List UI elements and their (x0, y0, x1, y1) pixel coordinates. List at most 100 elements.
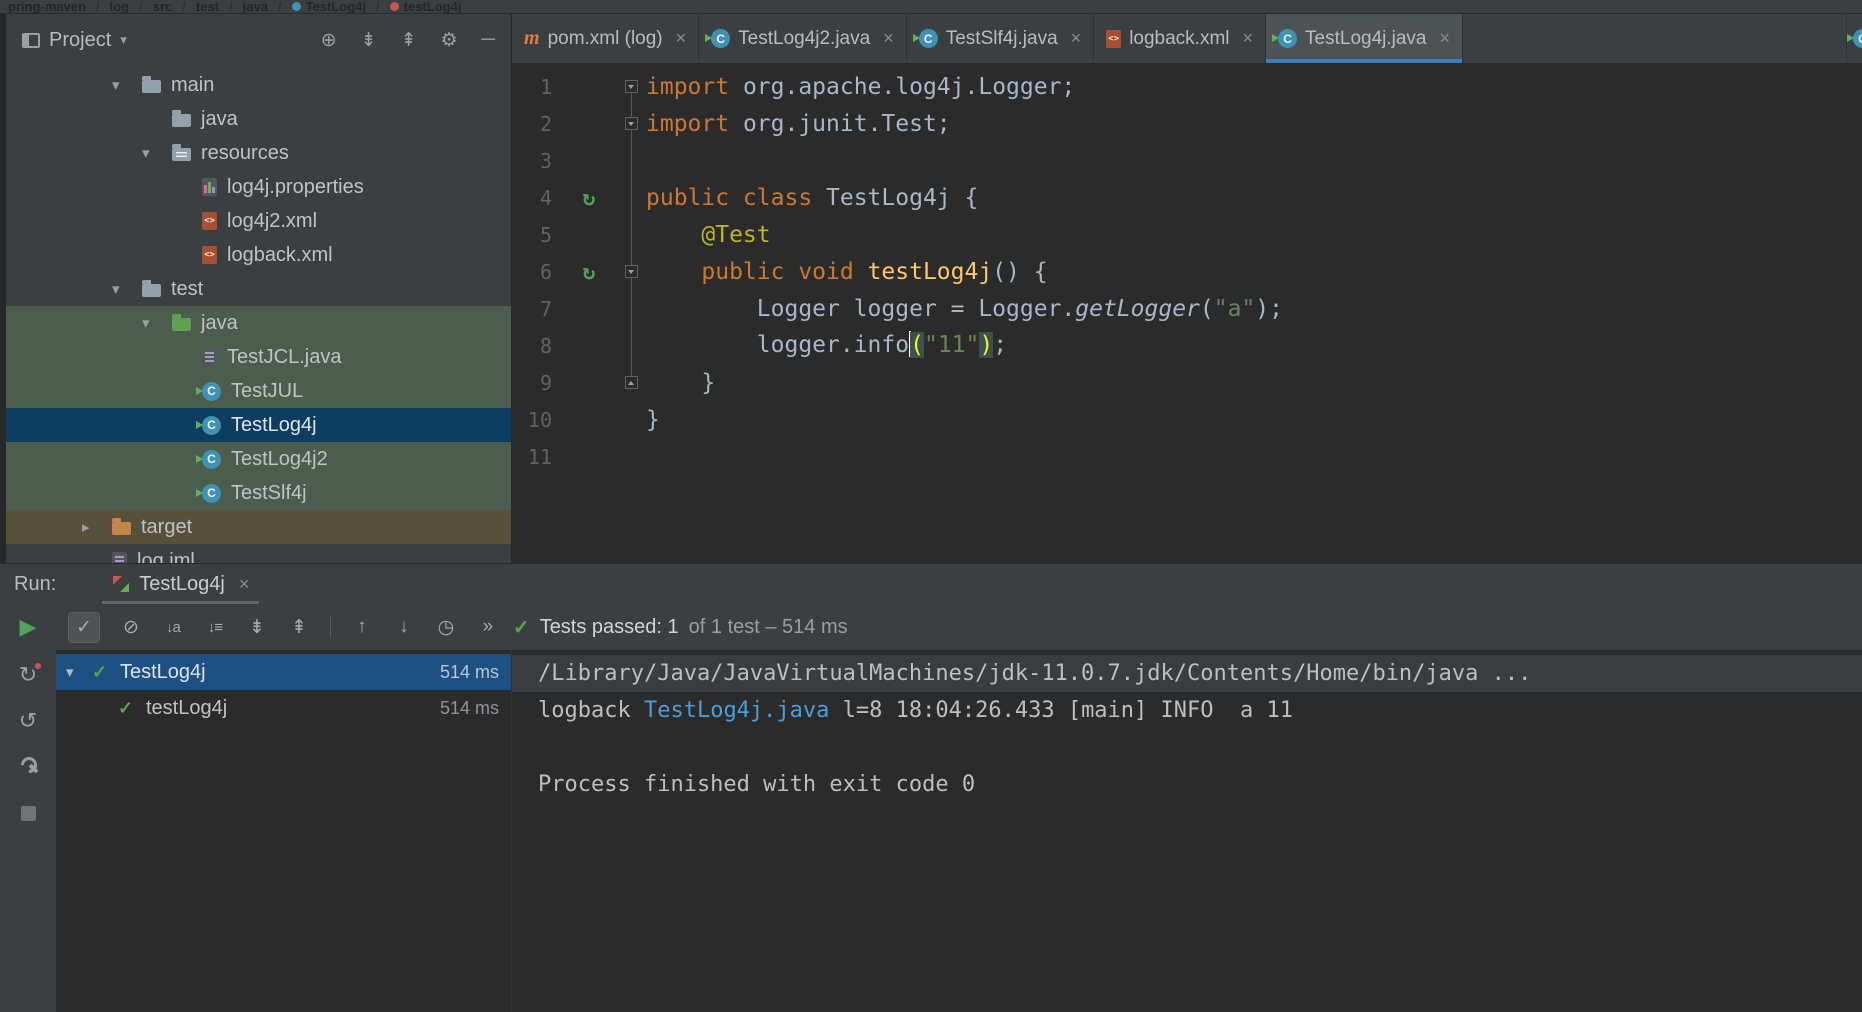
rerun-failed-tests-button[interactable]: ↻ (19, 663, 42, 686)
show-passed-button[interactable]: ✓ (68, 611, 100, 643)
rerun-button[interactable]: ▶ (20, 614, 37, 640)
tab-testlog4j2-java[interactable]: TestLog4j2.java × (699, 14, 907, 63)
collapse-all-button[interactable]: ⇞ (288, 616, 310, 639)
tab-pom-xml-log[interactable]: m pom.xml (log) × (512, 14, 700, 63)
breadcrumb-label: pring-maven (8, 0, 87, 14)
test-history-button[interactable]: ◷ (435, 616, 457, 639)
refresh-button[interactable]: ↺ (19, 710, 37, 732)
breadcrumb-item-java[interactable]: java (243, 0, 268, 13)
breadcrumb-label: TestLog4j (305, 0, 367, 14)
resources-folder-icon (172, 144, 191, 161)
code-line: 6 ↻ public void testLog4j() { (512, 253, 1862, 290)
code-token: testLog4j (867, 258, 993, 285)
tab-partial[interactable] (1846, 14, 1862, 63)
tree-item-testlog4j[interactable]: TestLog4j (6, 408, 511, 442)
show-ignored-button[interactable]: ⊘ (120, 616, 142, 639)
breadcrumb-item-pring-maven[interactable]: pring-maven (8, 0, 87, 14)
maven-icon: m (524, 27, 540, 49)
tree-item-java[interactable]: java (6, 102, 511, 136)
tree-item-testslf4j[interactable]: TestSlf4j (6, 476, 511, 510)
run-test-icon[interactable]: ↻ (583, 260, 596, 284)
folder-icon (142, 76, 161, 93)
tab-logback-xml[interactable]: logback.xml × (1094, 14, 1267, 63)
breadcrumb-label: testLog4j (403, 0, 462, 14)
tree-item-label: log4j2.xml (227, 209, 318, 232)
breadcrumb-item-test[interactable]: test (196, 0, 219, 13)
expand-all-icon[interactable]: ⇟ (361, 29, 377, 52)
close-icon[interactable]: × (883, 28, 894, 49)
file-link[interactable]: TestLog4j.java (644, 698, 829, 723)
tree-item-test[interactable]: ▾ test (6, 272, 511, 306)
line-number: 10 (527, 407, 552, 432)
more-options-button[interactable]: » (477, 616, 499, 638)
breadcrumb-item-testlog4j[interactable]: testLog4j (389, 0, 462, 14)
tree-item-log4j-properties[interactable]: log4j.properties (6, 170, 511, 204)
chevron-down-icon[interactable]: ▾ (142, 144, 172, 162)
code-token: ( (1199, 295, 1214, 322)
collapse-all-icon[interactable]: ⇞ (401, 29, 417, 52)
line-number: 3 (539, 148, 552, 173)
breadcrumb-item-testlog4j[interactable]: TestLog4j (291, 0, 367, 14)
fold-open-icon[interactable] (624, 117, 638, 130)
breadcrumb-item-src[interactable]: src (153, 0, 173, 13)
tree-item-java[interactable]: ▾ java (6, 306, 511, 340)
code-text: @Test (646, 222, 770, 248)
sort-alphabetically-button[interactable]: ↓a (162, 619, 184, 636)
code-text: import org.apache.log4j.Logger; (646, 74, 1075, 100)
run-tab-testlog4j[interactable]: TestLog4j × (102, 564, 260, 604)
tab-testslf4j-java[interactable]: TestSlf4j.java × (907, 14, 1095, 63)
next-failed-test-button[interactable]: ↓ (393, 616, 415, 638)
chevron-right-icon[interactable]: ▸ (82, 518, 112, 536)
tree-item-logback-xml[interactable]: logback.xml (6, 238, 511, 272)
gutter: ↻ (562, 260, 616, 284)
close-icon[interactable]: × (1440, 28, 1451, 49)
console-text: l=8 18:04:26.433 [main] INFO a 11 (829, 698, 1293, 723)
editor-tab-bar: mpom.xml (log)×TestLog4j2.java×TestSlf4j… (512, 14, 1862, 64)
breadcrumb-separator: / (182, 0, 186, 14)
sort-by-duration-button[interactable]: ↓≡ (204, 619, 226, 636)
tree-item-testjcl-java[interactable]: TestJCL.java (6, 340, 511, 374)
project-title[interactable]: Project (49, 29, 111, 52)
chevron-down-icon[interactable]: ▾ (112, 280, 142, 298)
code-token: "a" (1213, 295, 1256, 322)
tree-item-log4j2-xml[interactable]: log4j2.xml (6, 204, 511, 238)
fold-end-icon[interactable] (624, 376, 638, 389)
test-result-testlog4j[interactable]: ▾ ✓ TestLog4j 514 ms (56, 654, 511, 690)
tree-item-resources[interactable]: ▾ resources (6, 136, 511, 170)
settings-wrench-button[interactable] (18, 756, 38, 776)
code-lines: 1 import org.apache.log4j.Logger; 2 import … (512, 68, 1862, 475)
hide-panel-icon[interactable]: ─ (482, 29, 495, 51)
settings-gear-icon[interactable]: ⚙ (440, 29, 457, 52)
chevron-down-icon[interactable]: ▾ (120, 32, 127, 48)
code-text: Logger logger = Logger.getLogger("a"); (646, 296, 1283, 322)
code-token: Logger logger = Logger. (646, 295, 1076, 322)
close-icon[interactable]: × (1071, 28, 1082, 49)
tree-item-log-iml[interactable]: log.iml (6, 544, 511, 563)
tree-item-testlog4j2[interactable]: TestLog4j2 (6, 442, 511, 476)
code-token: logger.info (646, 332, 910, 358)
breadcrumb-item-log[interactable]: log (110, 0, 130, 13)
locate-file-icon[interactable]: ⊕ (321, 29, 337, 52)
tree-item-target[interactable]: ▸ target (6, 510, 511, 544)
code-token: ) (979, 332, 994, 358)
fold-open-icon[interactable] (624, 80, 638, 93)
test-result-testlog4j[interactable]: ✓ testLog4j 514 ms (56, 690, 511, 726)
code-token: getLogger (1075, 295, 1200, 322)
run-test-icon[interactable]: ↻ (583, 186, 596, 210)
run-console[interactable]: /Library/Java/JavaVirtualMachines/jdk-11… (512, 650, 1862, 1012)
stop-button[interactable] (20, 806, 36, 821)
fold-open-icon[interactable] (624, 265, 638, 278)
chevron-down-icon[interactable]: ▾ (66, 663, 92, 681)
tree-item-testjul[interactable]: TestJUL (6, 374, 511, 408)
code-editor[interactable]: 1 import org.apache.log4j.Logger; 2 import … (512, 64, 1862, 563)
close-icon[interactable]: × (1243, 28, 1254, 49)
chevron-down-icon[interactable]: ▾ (142, 314, 172, 332)
tree-item-main[interactable]: ▾ main (6, 68, 511, 102)
previous-failed-test-button[interactable]: ↑ (351, 616, 373, 638)
tab-label: TestSlf4j.java (945, 27, 1058, 49)
close-icon[interactable]: × (676, 28, 687, 49)
chevron-down-icon[interactable]: ▾ (112, 76, 142, 94)
tab-testlog4j-java[interactable]: TestLog4j.java × (1266, 14, 1464, 63)
expand-all-button[interactable]: ⇟ (246, 616, 268, 639)
close-icon[interactable]: × (239, 574, 250, 595)
